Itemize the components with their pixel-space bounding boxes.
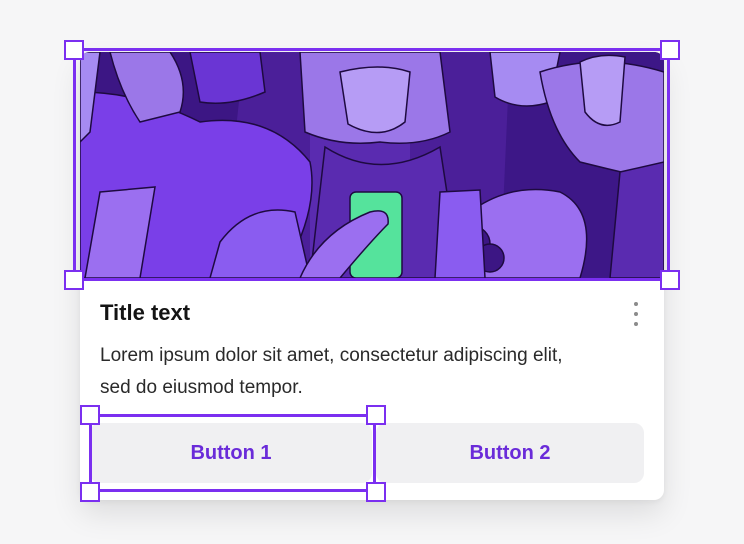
resize-handle-top-right[interactable] xyxy=(660,40,680,60)
resize-handle-top-left[interactable] xyxy=(80,405,100,425)
resize-handle-bottom-right[interactable] xyxy=(366,482,386,502)
button-2[interactable]: Button 2 xyxy=(376,423,644,483)
resize-handle-bottom-left[interactable] xyxy=(64,270,84,290)
resize-handle-top-left[interactable] xyxy=(64,40,84,60)
menu-dot xyxy=(634,312,638,316)
menu-dot xyxy=(634,302,638,306)
resize-handle-bottom-right[interactable] xyxy=(660,270,680,290)
resize-handle-top-right[interactable] xyxy=(366,405,386,425)
menu-dot xyxy=(634,322,638,326)
resize-handle-bottom-left[interactable] xyxy=(80,482,100,502)
button-1[interactable]: Button 1 xyxy=(90,423,372,483)
card-description: Lorem ipsum dolor sit amet, consectetur … xyxy=(100,345,563,398)
more-menu-icon[interactable] xyxy=(628,300,644,328)
hero-image xyxy=(80,52,664,278)
content-card: Title text Lorem ipsum dolor sit amet, c… xyxy=(80,52,664,500)
card-title: Title text xyxy=(100,300,191,325)
